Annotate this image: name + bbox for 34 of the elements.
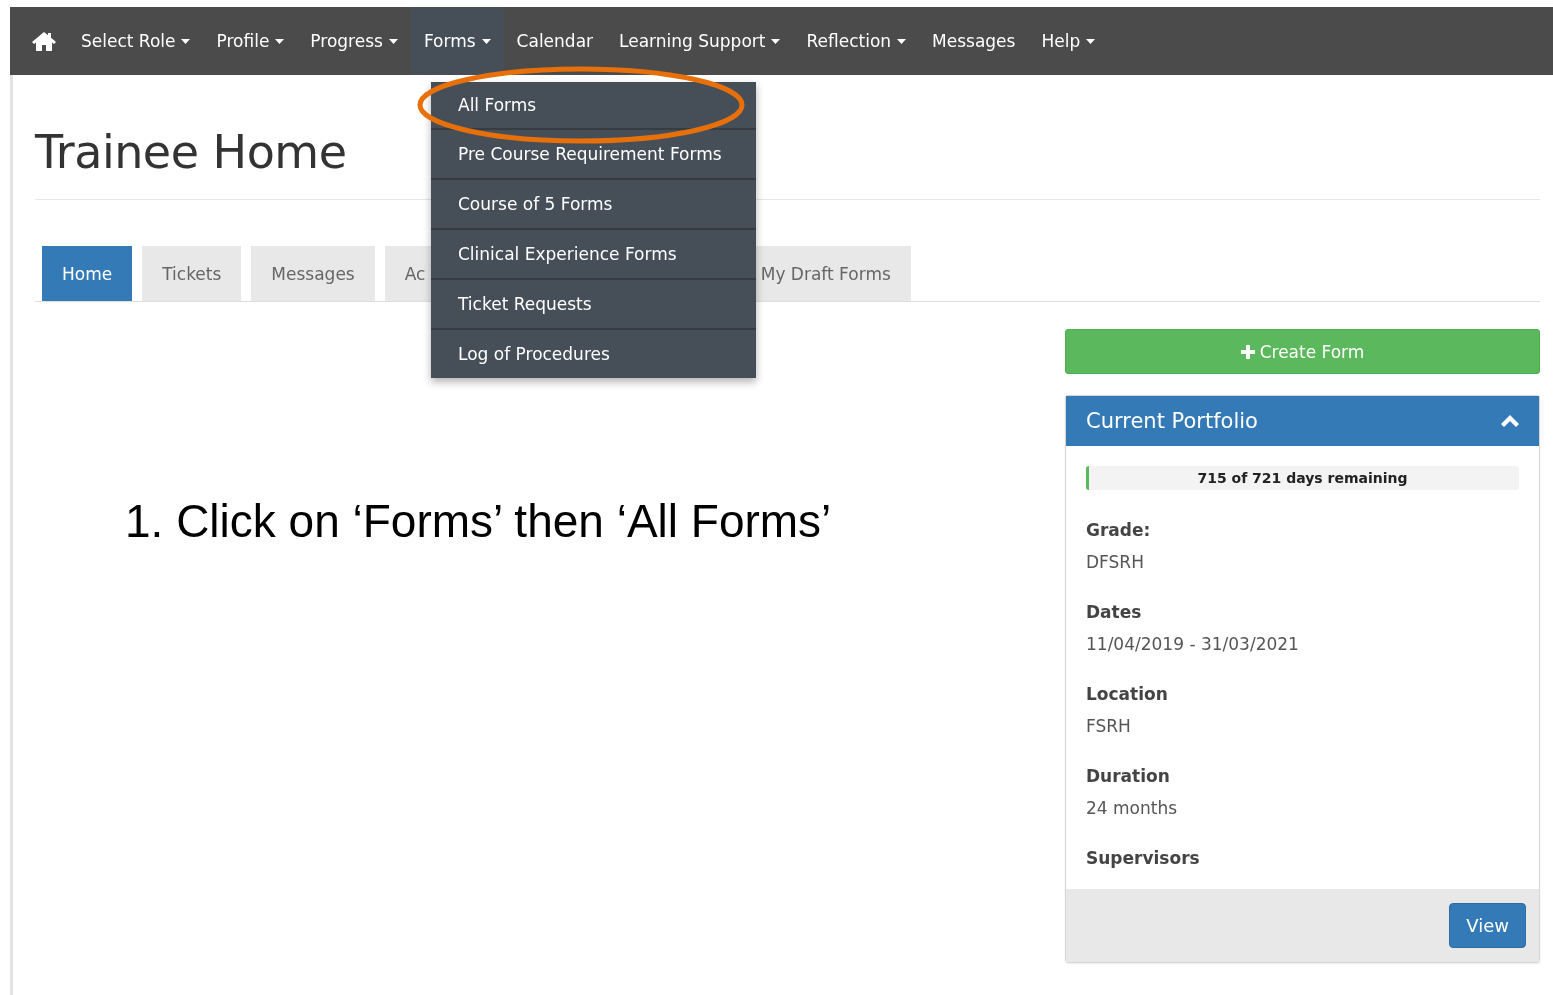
nav-menu-item[interactable]: Reflection (793, 7, 920, 75)
menu-item[interactable]: All Forms (431, 82, 756, 128)
field-label: Duration (1086, 766, 1171, 786)
nav-menu-item[interactable]: Messages (919, 7, 1029, 75)
view-button[interactable]: View (1449, 903, 1526, 948)
menu-item[interactable]: Pre Course Requirement Forms (431, 128, 756, 178)
field-label: Supervisors (1086, 848, 1201, 868)
chevron-up-icon[interactable] (1501, 415, 1519, 427)
field-label: Location (1086, 684, 1169, 704)
tab[interactable]: Home (42, 246, 133, 301)
nav-menu-item[interactable]: Progress (297, 7, 411, 75)
menu-item[interactable]: Log of Procedures (431, 328, 756, 378)
panel-title: Current Portfolio (1086, 409, 1258, 433)
field-label: Grade: (1086, 520, 1152, 540)
menu-item[interactable]: Course of 5 Forms (431, 178, 756, 228)
plus-icon (1240, 344, 1255, 359)
nav-menu-item[interactable]: Forms (410, 7, 504, 75)
tab[interactable]: Tickets (142, 246, 242, 301)
field-value: 11/04/2019 - 31/03/2021 (1086, 634, 1300, 654)
nav-menu-item[interactable]: Profile (203, 7, 298, 75)
field-label: Dates (1086, 602, 1143, 622)
panel-header[interactable]: Current Portfolio (1066, 396, 1539, 446)
menu-item[interactable]: Ticket Requests (431, 278, 756, 328)
nav-menu-item[interactable]: Help (1028, 7, 1109, 75)
menu-item[interactable]: Clinical Experience Forms (431, 228, 756, 278)
instruction-text: 1. Click on ‘Forms’ then ‘All Forms’ (125, 494, 833, 548)
field-value: FSRH (1086, 716, 1132, 736)
progress-reading: 715 of 721 days remaining (1197, 470, 1408, 486)
nav-menu-item[interactable]: Calendar (503, 7, 607, 75)
nav-menu-item[interactable]: Learning Support (606, 7, 794, 75)
nav-menu-item[interactable]: Select Role (68, 7, 204, 75)
field-value: DFSRH (1086, 552, 1145, 572)
tab[interactable]: Messages (251, 246, 375, 301)
field-value: 24 months (1086, 798, 1179, 818)
